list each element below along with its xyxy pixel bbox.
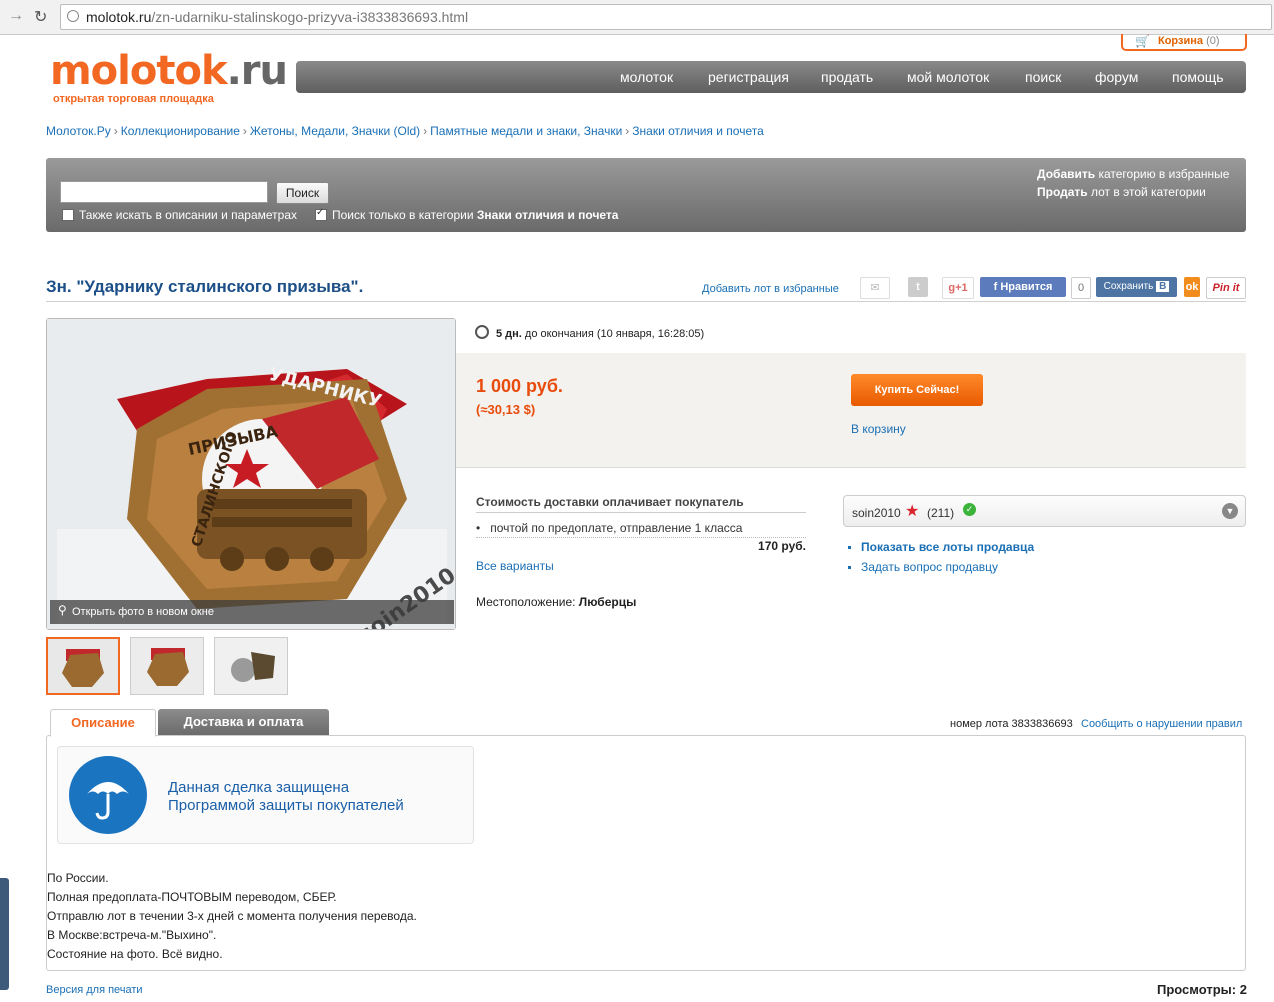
nav-item-my-molotok[interactable]: мой молоток bbox=[907, 69, 989, 85]
verified-check-icon: ✓ bbox=[963, 503, 976, 516]
reload-icon[interactable]: ↻ bbox=[34, 7, 47, 27]
price: 1 000 руб. bbox=[476, 376, 563, 396]
add-lot-favorite-link[interactable]: Добавить лот в избранные bbox=[702, 283, 839, 295]
shipping-header: Стоимость доставки оплачивает покупатель bbox=[476, 495, 806, 513]
search-input[interactable] bbox=[60, 181, 268, 203]
ask-seller-link[interactable]: Задать вопрос продавцу bbox=[861, 560, 998, 574]
photo-thumbnail[interactable] bbox=[46, 637, 120, 695]
lot-main-photo[interactable]: УДАРНИКУ ПРИЗЫВА СТАЛИНСКОГО soin2010 bbox=[46, 318, 456, 630]
description-line: Состояние на фото. Всё видно. bbox=[47, 947, 223, 961]
url-text: molotok.ru/zn-udarniku-stalinskogo-prizy… bbox=[86, 9, 469, 25]
protection-line-1: Данная сделка защищена bbox=[168, 779, 350, 796]
star-icon: ★ bbox=[905, 503, 920, 520]
description-line: Отправлю лот в течении 3-х дней с момент… bbox=[47, 909, 417, 923]
facebook-icon: f bbox=[993, 281, 998, 293]
price-usd: (≈30,13 $) bbox=[476, 402, 536, 417]
breadcrumb-item[interactable]: Знаки отличия и почета bbox=[632, 124, 763, 138]
logo-subtitle: открытая торговая площадка bbox=[53, 93, 214, 105]
twitter-icon[interactable]: t bbox=[908, 277, 928, 297]
price-box bbox=[456, 353, 1246, 468]
show-seller-lots-link[interactable]: Показать все лоты продавца bbox=[861, 540, 1034, 554]
cart-icon: 🛒 bbox=[1135, 34, 1150, 48]
main-nav: молоток регистрация продать мой молоток … bbox=[296, 61, 1246, 93]
email-share-icon[interactable]: ✉ bbox=[860, 277, 890, 299]
search-button[interactable]: Поиск bbox=[276, 182, 329, 204]
odnoklassniki-icon[interactable]: ok bbox=[1184, 277, 1200, 297]
pinterest-button[interactable]: Pin it bbox=[1206, 277, 1246, 299]
buyer-protection-banner[interactable]: Данная сделка защищена Программой защиты … bbox=[57, 746, 474, 844]
back-arrow-icon[interactable]: → bbox=[8, 7, 24, 25]
protection-line-2: Программой защиты покупателей bbox=[168, 797, 404, 814]
tab-description[interactable]: Описание bbox=[50, 709, 156, 737]
seller-name[interactable]: soin2010 bbox=[852, 506, 901, 520]
sell-in-category-link[interactable]: Продать лот в этой категории bbox=[1037, 185, 1206, 199]
breadcrumb-item[interactable]: Коллекционирование bbox=[121, 124, 240, 138]
breadcrumb-item[interactable]: Молоток.Ру bbox=[46, 124, 111, 138]
lot-number: номер лота 3833836693 bbox=[950, 718, 1073, 730]
location: Местоположение: Люберцы bbox=[476, 595, 637, 609]
photo-thumbnail[interactable] bbox=[130, 637, 204, 695]
thumbnail-image bbox=[131, 638, 203, 694]
search-category-checkbox[interactable] bbox=[315, 207, 327, 221]
shipping-option: • почтой по предоплате, отправление 1 кла… bbox=[476, 521, 806, 538]
thumbnail-image bbox=[215, 638, 287, 694]
cart-label: Корзина bbox=[1158, 35, 1203, 47]
site-logo[interactable]: molotok.ru bbox=[50, 48, 288, 94]
tab-delivery-payment[interactable]: Доставка и оплата bbox=[158, 709, 329, 735]
title-divider bbox=[46, 301, 1246, 302]
cart-count: (0) bbox=[1206, 35, 1220, 47]
nav-item-molotok[interactable]: молоток bbox=[620, 69, 673, 85]
photo-thumbnail[interactable] bbox=[214, 637, 288, 695]
search-description-label: Также искать в описании и параметрах bbox=[79, 208, 298, 222]
vk-save-button[interactable]: Сохранить В bbox=[1096, 277, 1177, 297]
add-category-favorite-link[interactable]: Добавить категорию в избранные bbox=[1037, 167, 1229, 181]
open-photo-link[interactable]: ⚲ Открыть фото в новом окне bbox=[50, 600, 454, 624]
category-search-panel: Поиск Также искать в описании и параметр… bbox=[46, 158, 1246, 232]
description-line: По России. bbox=[47, 871, 109, 885]
add-to-cart-link[interactable]: В корзину bbox=[851, 422, 906, 436]
nav-item-forum[interactable]: форум bbox=[1095, 69, 1138, 85]
nav-item-help[interactable]: помощь bbox=[1172, 69, 1224, 85]
breadcrumb: Молоток.Ру › Коллекционирование › Жетоны, Ме… bbox=[46, 124, 764, 138]
address-bar[interactable]: molotok.ru/zn-udarniku-stalinskogo-prizy… bbox=[60, 4, 1272, 30]
umbrella-icon bbox=[69, 756, 147, 834]
report-violation-link[interactable]: Сообщить о нарушении правил bbox=[1081, 718, 1242, 730]
time-left: 5 дн. до окончания (10 января, 16:28:05) bbox=[496, 328, 705, 340]
chevron-down-icon[interactable]: ▼ bbox=[1222, 503, 1238, 519]
buy-now-button[interactable]: Купить Сейчас! bbox=[851, 374, 983, 406]
shipping-price: 170 руб. bbox=[758, 539, 806, 553]
nav-item-register[interactable]: регистрация bbox=[708, 69, 789, 85]
browser-toolbar: → ↻ molotok.ru/zn-udarniku-stalinskogo-p… bbox=[0, 0, 1274, 35]
breadcrumb-item[interactable]: Памятные медали и знаки, Значки bbox=[430, 124, 622, 138]
globe-icon bbox=[67, 10, 79, 22]
seller-box[interactable]: soin2010 ★ (211) ✓ ▼ bbox=[843, 495, 1246, 527]
like-count: 0 bbox=[1071, 277, 1091, 299]
nav-item-sell[interactable]: продать bbox=[821, 69, 873, 85]
description-line: В Москве:встреча-м."Выхино". bbox=[47, 928, 217, 942]
thumbnail-image bbox=[48, 639, 118, 693]
search-description-checkbox[interactable] bbox=[62, 209, 74, 221]
magnifier-icon: ⚲ bbox=[58, 603, 67, 617]
seller-rating[interactable]: (211) bbox=[927, 506, 954, 520]
view-count: Просмотры: 2 bbox=[1157, 982, 1247, 997]
search-category-label: Поиск только в категории Знаки отличия и… bbox=[332, 208, 619, 222]
list-bullet bbox=[848, 566, 851, 569]
nav-item-search[interactable]: поиск bbox=[1025, 69, 1061, 85]
gplus-button[interactable]: g+1 bbox=[942, 277, 974, 299]
print-version-link[interactable]: Версия для печати bbox=[46, 984, 143, 996]
all-shipping-options-link[interactable]: Все варианты bbox=[476, 559, 554, 573]
badge-photo: УДАРНИКУ ПРИЗЫВА СТАЛИНСКОГО soin2010 bbox=[47, 319, 455, 629]
list-bullet bbox=[848, 546, 851, 549]
cart-button[interactable]: 🛒 Корзина (0) bbox=[1121, 34, 1247, 51]
page-title: Зн. "Ударнику сталинского призыва". bbox=[46, 277, 364, 296]
breadcrumb-item[interactable]: Жетоны, Медали, Значки (Old) bbox=[250, 124, 420, 138]
facebook-like-button[interactable]: f Нравится bbox=[980, 277, 1066, 297]
description-line: Полная предоплата-ПОЧТОВЫМ переводом, СБ… bbox=[47, 890, 337, 904]
side-feedback-tab[interactable] bbox=[0, 878, 9, 990]
timer-icon bbox=[475, 325, 489, 339]
